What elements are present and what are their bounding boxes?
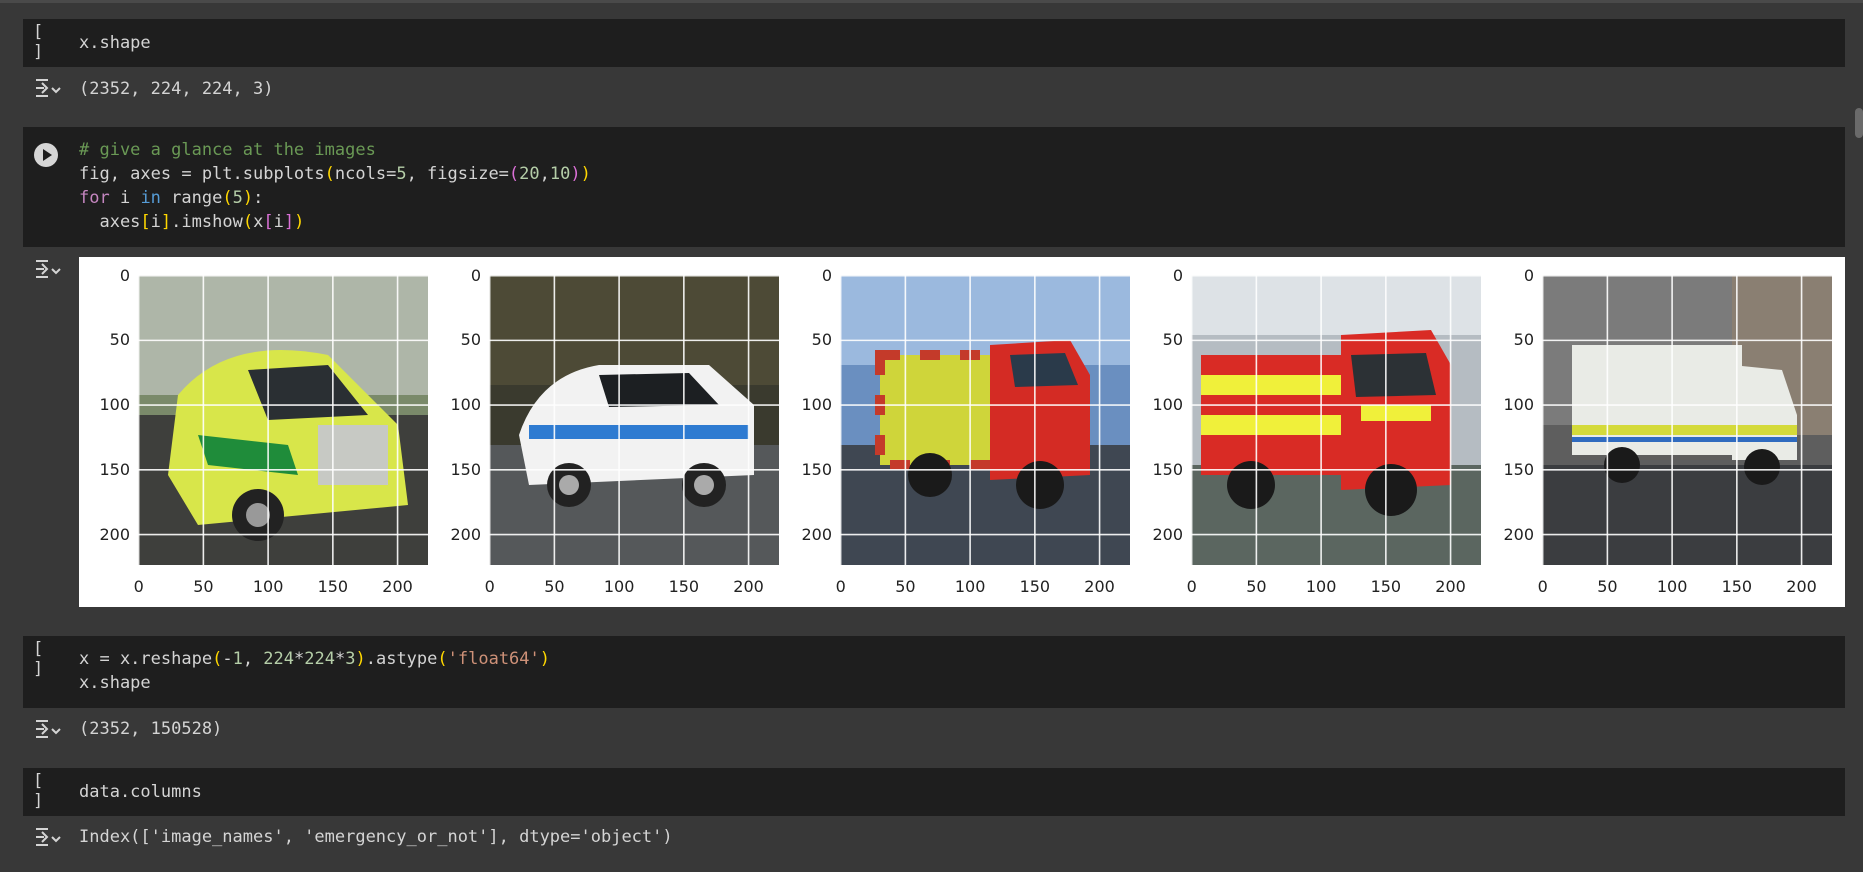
- x-tick-label: 200: [1084, 577, 1115, 596]
- y-tick-label: 50: [1162, 330, 1183, 350]
- x-tick-label: 0: [133, 577, 144, 596]
- x-tick-label: 50: [895, 577, 916, 596]
- x-tick-label: 0: [484, 577, 495, 596]
- y-tick-label: 0: [1172, 265, 1183, 285]
- x-tick-label: 50: [544, 577, 565, 596]
- code-text[interactable]: data.columns: [79, 780, 202, 804]
- x-tick-label: 200: [382, 577, 413, 596]
- code-cell-1[interactable]: [ ] x.shape: [23, 19, 1845, 67]
- y-tick-label: 100: [1503, 395, 1534, 415]
- subplot-2: 0 50 100 150 200 0 50 100 150 200: [450, 257, 819, 607]
- cell-output: Index(['image_names', 'emergency_or_not'…: [79, 827, 673, 847]
- ambulance-image: [138, 275, 428, 565]
- x-tick-label: 150: [317, 577, 349, 596]
- y-tick-label: 200: [1503, 524, 1534, 544]
- subplot-3: 0 50 100 150 200 0 50 100 150 200: [801, 257, 1170, 607]
- code-cell-3[interactable]: [ ] x = x.reshape(-1, 224*224*3).astype(…: [23, 636, 1845, 708]
- x-tick-label: 150: [668, 577, 700, 596]
- run-cell-button[interactable]: [ ]: [33, 22, 63, 62]
- y-tick-label: 200: [99, 524, 130, 544]
- y-tick-label: 100: [801, 395, 832, 415]
- code-text[interactable]: # give a glance at the images fig, axes …: [79, 138, 591, 234]
- output-collapse-icon[interactable]: [34, 77, 62, 99]
- y-tick-label: 200: [801, 524, 832, 544]
- x-tick-label: 200: [1435, 577, 1466, 596]
- garda-van-image: [1542, 275, 1832, 565]
- y-tick-label: 100: [450, 395, 481, 415]
- subplot-5: 0 50 100 150 200 0 50 100 150 200: [1503, 257, 1863, 607]
- x-tick-label: 0: [1537, 577, 1548, 596]
- x-tick-label: 100: [954, 577, 986, 596]
- y-tick-label: 0: [119, 265, 130, 285]
- y-tick-label: 150: [801, 459, 832, 479]
- code-cell-2[interactable]: # give a glance at the images fig, axes …: [23, 127, 1845, 247]
- code-text[interactable]: x = x.reshape(-1, 224*224*3).astype('flo…: [79, 647, 550, 695]
- x-tick-label: 0: [1186, 577, 1197, 596]
- cell-output: (2352, 150528): [79, 719, 223, 739]
- x-tick-label: 200: [733, 577, 764, 596]
- y-tick-label: 100: [99, 395, 130, 415]
- top-border: [0, 0, 1863, 3]
- x-tick-label: 50: [1597, 577, 1618, 596]
- x-tick-label: 50: [193, 577, 214, 596]
- y-tick-label: 200: [1152, 524, 1183, 544]
- y-tick-label: 100: [1152, 395, 1183, 415]
- y-tick-label: 50: [811, 330, 832, 350]
- run-cell-button[interactable]: [ ]: [33, 771, 63, 811]
- x-tick-label: 150: [1370, 577, 1402, 596]
- y-tick-label: 50: [109, 330, 130, 350]
- output-collapse-icon[interactable]: [34, 258, 62, 280]
- y-tick-label: 50: [460, 330, 481, 350]
- cell-output: (2352, 224, 224, 3): [79, 79, 274, 99]
- x-tick-label: 100: [1656, 577, 1688, 596]
- run-cell-button[interactable]: [ ]: [33, 639, 63, 679]
- y-tick-label: 50: [1513, 330, 1534, 350]
- fire-truck-image: [840, 275, 1130, 565]
- police-suv-image: [489, 275, 779, 565]
- x-tick-label: 50: [1246, 577, 1267, 596]
- code-cell-4[interactable]: [ ] data.columns: [23, 768, 1845, 816]
- subplot-1: 0 50 100 150 200 0 50 100 150 200: [99, 257, 468, 607]
- fire-engine-image: [1191, 275, 1481, 565]
- y-tick-label: 150: [1152, 459, 1183, 479]
- output-collapse-icon[interactable]: [34, 718, 62, 740]
- x-tick-label: 150: [1019, 577, 1051, 596]
- y-tick-label: 150: [450, 459, 481, 479]
- run-button-play-icon[interactable]: [34, 143, 58, 167]
- y-tick-label: 0: [470, 265, 481, 285]
- code-text[interactable]: x.shape: [79, 31, 151, 55]
- x-tick-label: 150: [1721, 577, 1753, 596]
- output-collapse-icon[interactable]: [34, 826, 62, 848]
- x-tick-label: 100: [1305, 577, 1337, 596]
- x-tick-label: 100: [603, 577, 635, 596]
- scrollbar[interactable]: [1855, 108, 1863, 138]
- x-tick-label: 100: [252, 577, 284, 596]
- x-tick-label: 0: [835, 577, 846, 596]
- y-tick-label: 200: [450, 524, 481, 544]
- matplotlib-figure: 0 50 100 150 200 0 50 100 150 200 0 50 100 150 200 0 50…: [79, 257, 1845, 607]
- subplot-4: 0 50 100 150 200 0 50 100 150 200: [1152, 257, 1521, 607]
- y-tick-label: 150: [1503, 459, 1534, 479]
- y-tick-label: 0: [821, 265, 832, 285]
- y-tick-label: 0: [1523, 265, 1534, 285]
- x-tick-label: 200: [1786, 577, 1817, 596]
- y-tick-label: 150: [99, 459, 130, 479]
